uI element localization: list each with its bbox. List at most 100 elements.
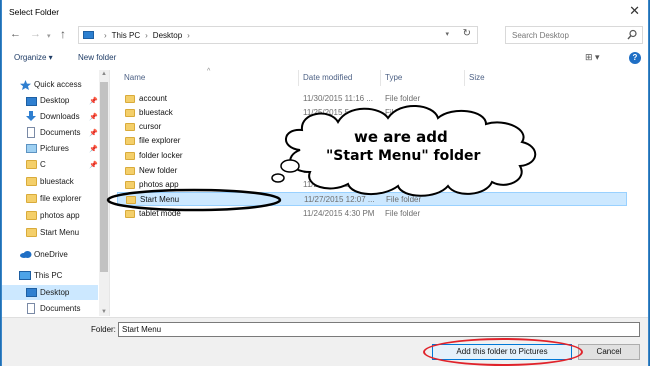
file-name: folder locker [139,151,183,160]
file-date: 11/25/2015 5:41 PM [303,108,375,117]
folder-name-input[interactable] [118,322,640,337]
new-folder-button[interactable]: New folder [78,53,116,62]
file-row-start-menu[interactable]: Start Menu 11/27/2015 12:07 ... File fol… [117,192,627,206]
nav-item-pictures[interactable]: Pictures 📌 [2,141,98,156]
nav-item-this-pc[interactable]: This PC [2,268,98,283]
file-name: account [139,94,168,103]
nav-item-file-explorer[interactable]: file explorer [2,191,98,206]
column-divider[interactable] [380,70,381,86]
folder-icon [125,210,135,218]
command-toolbar: Organize ▾ New folder ⊞ ▾ ? [2,49,648,69]
breadcrumb-desktop[interactable]: Desktop [153,31,182,40]
nav-item-photos-app[interactable]: photos app [2,208,98,223]
organize-button[interactable]: Organize ▾ [14,53,53,62]
column-divider[interactable] [298,70,299,86]
file-row-new-folder[interactable]: New folder 11/16/2015 4:59 PM File folde… [117,164,627,178]
pin-icon[interactable]: 📌 [89,161,98,169]
file-type: File folder [385,94,421,103]
close-icon[interactable]: ✕ [629,3,640,19]
file-row-file-explorer[interactable]: file explorer 11/24/2015 6:50 PM File fo… [117,134,627,148]
column-header-size[interactable]: Size [469,73,485,82]
navigation-pane: Quick access Desktop 📌 Downloads 📌 Docum… [2,70,110,316]
file-row-folder-locker[interactable]: folder locker 11/19/2015 4:00 PM File fo… [117,149,627,163]
column-divider[interactable] [464,70,465,86]
nav-item-start-menu[interactable]: Start Menu [2,225,98,240]
file-date: 11/16/2015 4:59 PM [303,166,375,175]
folder-icon [125,109,135,117]
address-bar[interactable]: › This PC › Desktop › ▾ ↻ [78,26,478,44]
file-name: bluestack [139,108,173,117]
file-row-bluestack[interactable]: bluestack 11/25/2015 5:41 PM File folder [117,106,627,120]
documents-icon [27,303,35,314]
scrollbar-thumb[interactable] [100,82,108,272]
folder-icon [26,160,37,169]
refresh-icon[interactable]: ↻ [463,28,471,39]
nav-item-label: file explorer [40,194,82,203]
breadcrumb-this-pc[interactable]: This PC [112,31,140,40]
nav-item-documents[interactable]: Documents 📌 [2,125,98,140]
select-folder-dialog: Select Folder ✕ ← → ▾ ↑ › This PC › Desk… [1,0,649,366]
nav-item-downloads[interactable]: Downloads 📌 [2,109,98,124]
pin-icon[interactable]: 📌 [89,97,98,105]
nav-item-bluestack[interactable]: bluestack [2,174,98,189]
nav-item-documents-pc[interactable]: Documents [2,301,98,316]
file-name: file explorer [139,136,181,145]
view-options-icon[interactable]: ⊞ ▾ [585,52,600,63]
file-name: photos app [139,180,179,189]
file-type: File folder [385,122,421,131]
scroll-up-icon[interactable]: ▲ [101,71,107,77]
nav-item-onedrive[interactable]: OneDrive [2,247,98,262]
file-type: File folder [385,209,421,218]
folder-icon [125,137,135,145]
folder-icon [126,196,136,204]
dialog-footer: Folder: Add this folder to Pictures Canc… [2,317,648,366]
column-header-name[interactable]: Name [124,73,145,82]
help-icon[interactable]: ? [629,52,641,64]
scroll-down-icon[interactable]: ▼ [101,309,107,315]
nav-item-label: Pictures [40,144,69,153]
nav-item-label: Documents [40,304,81,313]
file-type: File folder [385,136,421,145]
forward-arrow-icon[interactable]: → [30,27,41,41]
file-row-account[interactable]: account 11/30/2015 11:16 ... File folder [117,92,627,106]
nav-item-label: Downloads [40,112,80,121]
file-row-tablet-mode[interactable]: tablet mode 11/24/2015 4:30 PM File fold… [117,207,627,221]
file-row-cursor[interactable]: cursor 11/25/2015 5:29 PM File folder [117,120,627,134]
recent-locations-chevron-icon[interactable]: ▾ [47,30,51,44]
nav-item-desktop[interactable]: Desktop 📌 [2,93,98,108]
up-arrow-icon[interactable]: ↑ [60,27,66,41]
file-type: File folder [385,151,421,160]
nav-scrollbar[interactable]: ▲ ▼ [99,70,109,316]
file-list: ^ Name Date modified Type Size account 1… [112,68,648,316]
desktop-icon [26,288,37,297]
file-name: tablet mode [139,209,181,218]
nav-item-label: Documents [40,128,81,137]
file-name: Start Menu [140,195,180,204]
nav-item-desktop-pc[interactable]: Desktop [2,285,98,300]
folder-icon [125,95,135,103]
pc-icon [19,271,31,280]
file-date: 11/19/2015 4:00 PM [303,151,375,160]
address-dropdown-icon[interactable]: ▾ [445,30,449,38]
column-header-type[interactable]: Type [385,73,402,82]
search-input[interactable]: Search Desktop [505,26,643,44]
nav-item-label: Desktop [40,288,70,297]
file-type: File folder [385,166,421,175]
back-arrow-icon[interactable]: ← [10,27,21,41]
pin-icon[interactable]: 📌 [89,145,98,153]
column-header-date-modified[interactable]: Date modified [303,73,352,82]
cancel-button[interactable]: Cancel [578,344,640,360]
documents-icon [27,127,35,138]
file-date: 11/24/2015 6:50 PM [303,136,375,145]
file-date: 11/24/2015 3:59 PM [303,180,375,189]
folder-icon [26,177,37,186]
file-row-photos-app[interactable]: photos app 11/24/2015 3:59 PM File folde… [117,178,627,192]
nav-item-c[interactable]: C 📌 [2,157,98,172]
add-folder-button[interactable]: Add this folder to Pictures [432,344,572,360]
pin-icon[interactable]: 📌 [89,129,98,137]
nav-item-label: Start Menu [40,228,80,237]
search-placeholder: Search Desktop [512,30,569,40]
folder-icon [125,152,135,160]
pin-icon[interactable]: 📌 [89,113,98,121]
nav-item-quick-access[interactable]: Quick access [2,77,98,92]
